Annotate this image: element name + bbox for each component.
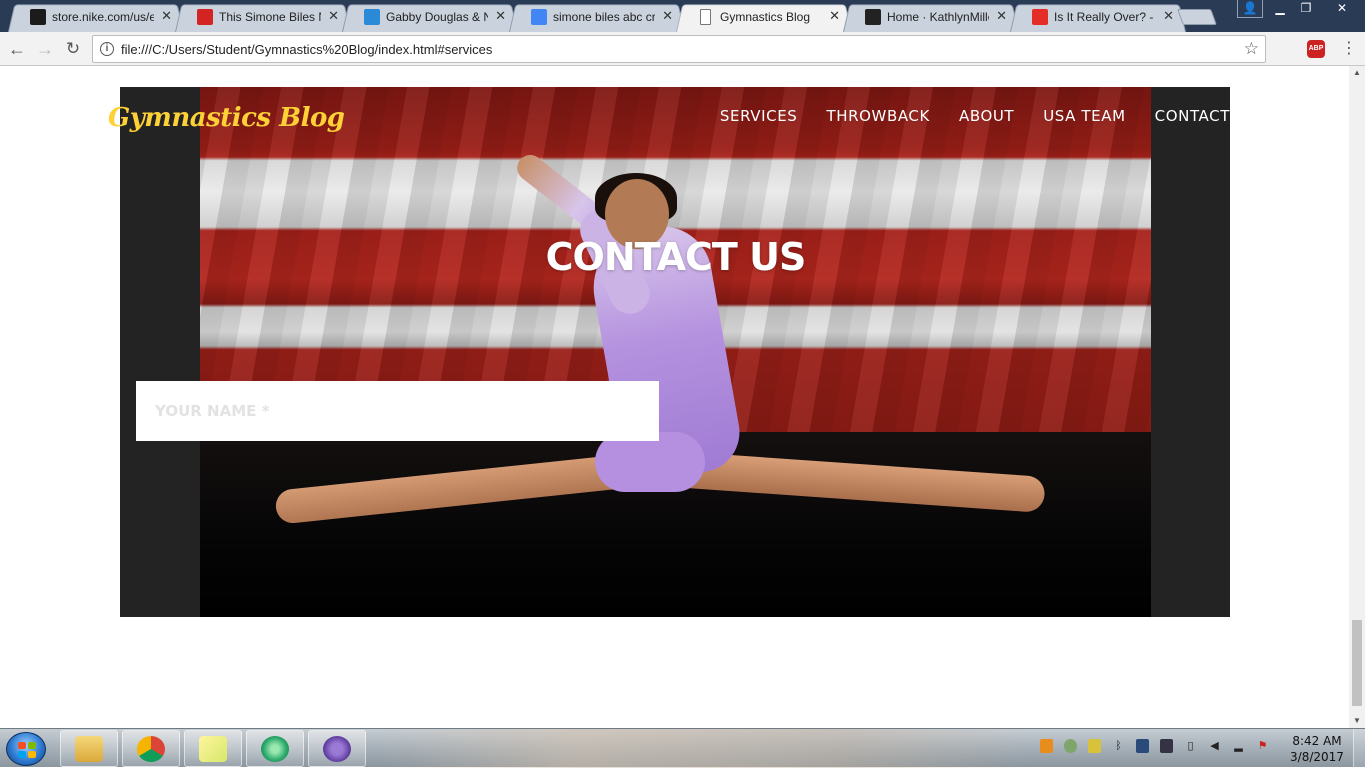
new-tab-button[interactable] — [1177, 9, 1217, 25]
youtube-icon — [1032, 9, 1048, 25]
nav-link-contact[interactable]: CONTACT — [1155, 107, 1230, 125]
reload-button[interactable]: ↻ — [62, 38, 84, 60]
system-tray: ᛒ ▯ ◀ ▂ ⚑ — [1040, 739, 1280, 753]
gymnast-hips — [595, 432, 705, 492]
github-icon — [865, 9, 881, 25]
document-icon — [700, 9, 711, 25]
tab-title: Home · KathlynMille — [887, 10, 989, 24]
page-viewport: CONTACT US Gymnastics Blog SERVICES THRO… — [0, 66, 1349, 728]
nike-icon — [30, 9, 46, 25]
nav-link-services[interactable]: SERVICES — [720, 107, 798, 125]
windows-explorer-icon — [75, 736, 103, 762]
contact-section: CONTACT US Gymnastics Blog SERVICES THRO… — [108, 87, 1230, 617]
tab-close-icon[interactable]: ✕ — [996, 8, 1007, 24]
display-icon[interactable] — [1136, 739, 1149, 753]
browser-tab[interactable]: This Simone Biles N ✕ — [175, 2, 351, 32]
tab-close-icon[interactable]: ✕ — [328, 8, 339, 24]
browser-tab[interactable]: store.nike.com/us/e ✕ — [8, 2, 184, 32]
bluetooth-icon[interactable]: ᛒ — [1112, 739, 1125, 753]
minimize-button[interactable]: ▁ — [1267, 0, 1293, 18]
news-icon — [197, 9, 213, 25]
browser-tab[interactable]: Gabby Douglas & N ✕ — [342, 2, 518, 32]
adblock-plus-icon[interactable]: ABP — [1307, 40, 1325, 58]
tab-title: store.nike.com/us/e — [52, 10, 154, 24]
show-desktop-button[interactable] — [1353, 729, 1365, 768]
wifi-signal-icon[interactable]: ▂ — [1232, 739, 1245, 753]
taskbar-chrome[interactable] — [122, 730, 180, 767]
maximize-button[interactable]: ❐ — [1293, 0, 1319, 18]
profile-icon[interactable]: 👤 — [1237, 0, 1263, 18]
window-controls: 👤 ▁ ❐ ✕ — [1237, 0, 1365, 18]
taskbar-clock[interactable]: 8:42 AM 3/8/2017 — [1290, 733, 1344, 765]
bookmark-star-icon[interactable]: ☆ — [1244, 39, 1259, 59]
back-button[interactable]: ← — [6, 38, 28, 60]
google-icon — [531, 9, 547, 25]
java-update-icon[interactable] — [1040, 739, 1053, 753]
speaker-icon[interactable]: ◀ — [1208, 739, 1221, 753]
windows-logo-icon — [18, 742, 36, 758]
tab-close-icon[interactable]: ✕ — [495, 8, 506, 24]
atom-icon — [261, 736, 289, 762]
tab-title: This Simone Biles N — [219, 10, 321, 24]
main-nav: SERVICES THROWBACK ABOUT USA TEAM CONTAC… — [691, 107, 1230, 125]
tab-title: simone biles abc cr — [553, 10, 655, 24]
address-bar-url[interactable]: file:///C:/Users/Student/Gymnastics%20Bl… — [121, 42, 492, 58]
nav-link-about[interactable]: ABOUT — [959, 107, 1014, 125]
address-bar[interactable]: i file:///C:/Users/Student/Gymnastics%20… — [92, 35, 1266, 63]
page-scrollbar[interactable]: ▲ ▼ — [1349, 66, 1365, 728]
chrome-menu-icon[interactable]: ⋮ — [1341, 39, 1357, 59]
battery-icon[interactable]: ▯ — [1184, 739, 1197, 753]
scrollbar-thumb[interactable] — [1352, 620, 1362, 706]
security-icon[interactable] — [1088, 739, 1101, 753]
nav-link-throwback[interactable]: THROWBACK — [826, 107, 930, 125]
tab-title: Gymnastics Blog — [720, 10, 811, 24]
browser-tab[interactable]: Is It Really Over? - Y ✕ — [1010, 2, 1186, 32]
taskbar-atom[interactable] — [246, 730, 304, 767]
scroll-down-arrow-icon[interactable]: ▼ — [1349, 714, 1365, 728]
browser-tab[interactable]: Home · KathlynMille ✕ — [843, 2, 1019, 32]
browser-tab[interactable]: simone biles abc cr ✕ — [509, 2, 685, 32]
action-center-flag-icon[interactable]: ⚑ — [1256, 739, 1269, 753]
taskbar-explorer[interactable] — [60, 730, 118, 767]
site-brand-link[interactable]: Gymnastics Blog — [108, 103, 345, 133]
bookmark-icon — [364, 9, 380, 25]
scroll-up-arrow-icon[interactable]: ▲ — [1349, 66, 1365, 80]
tab-strip: store.nike.com/us/e ✕ This Simone Biles N ✕… — [0, 0, 1365, 32]
gymnast-photo: CONTACT US — [200, 87, 1151, 617]
browser-tab[interactable]: Gymnastics Blog ✕ — [676, 2, 852, 32]
taskbar-sticky-notes[interactable] — [184, 730, 242, 767]
chrome-icon — [137, 736, 165, 762]
tab-close-icon[interactable]: ✕ — [662, 8, 673, 24]
start-button[interactable] — [6, 732, 46, 766]
sticky-notes-icon — [199, 736, 227, 762]
github-desktop-icon — [323, 736, 351, 762]
section-title: CONTACT US — [545, 235, 807, 279]
info-icon[interactable]: i — [100, 42, 114, 56]
tab-close-icon[interactable]: ✕ — [829, 8, 840, 24]
close-window-button[interactable]: ✕ — [1319, 0, 1365, 18]
tab-title: Is It Really Over? - Y — [1054, 10, 1156, 24]
tab-close-icon[interactable]: ✕ — [1163, 8, 1174, 24]
browser-toolbar: ← → ↻ i file:///C:/Users/Student/Gymnast… — [0, 32, 1365, 66]
windows-taskbar: ᛒ ▯ ◀ ▂ ⚑ 8:42 AM 3/8/2017 — [0, 728, 1365, 768]
name-field[interactable] — [136, 381, 659, 441]
taskbar-github-desktop[interactable] — [308, 730, 366, 767]
network-globe-icon[interactable] — [1064, 739, 1077, 753]
clock-date: 3/8/2017 — [1290, 750, 1344, 764]
nav-link-usa-team[interactable]: USA TEAM — [1043, 107, 1125, 125]
tab-title: Gabby Douglas & N — [386, 10, 488, 24]
forward-button[interactable]: → — [34, 38, 56, 60]
tab-close-icon[interactable]: ✕ — [161, 8, 172, 24]
volume-mixer-icon[interactable] — [1160, 739, 1173, 753]
clock-time: 8:42 AM — [1292, 734, 1342, 748]
